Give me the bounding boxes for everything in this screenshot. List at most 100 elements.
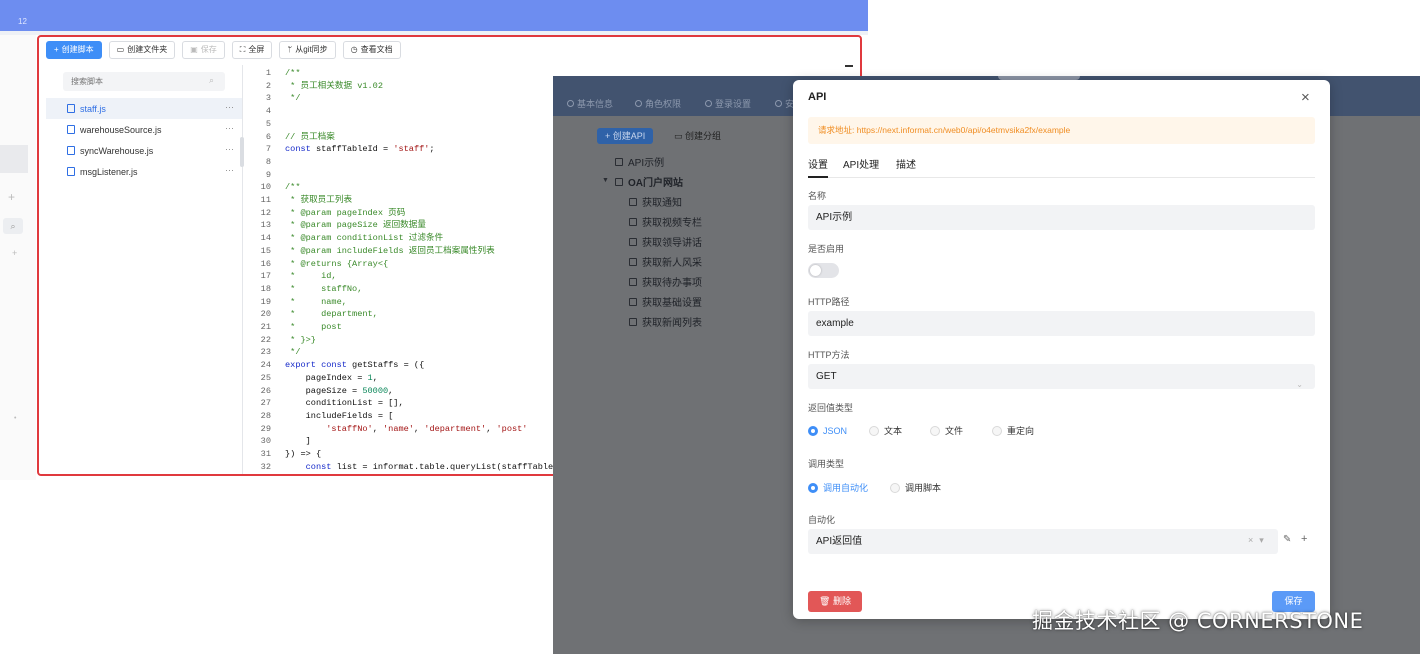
splitter-handle[interactable] <box>240 137 244 167</box>
radio-option[interactable]: 文件 <box>930 424 963 437</box>
code-line: 14 * @param conditionList 过滤条件 <box>245 232 443 245</box>
view-docs-button[interactable]: ◷ 查看文档 <box>342 41 401 59</box>
close-icon[interactable]: × <box>1301 89 1310 106</box>
tab-description[interactable]: 描述 <box>896 156 916 178</box>
code-line: 17 * id, <box>245 270 337 283</box>
code-token: pageIndex: pageIndex, <box>285 474 435 476</box>
plus-small-icon[interactable]: + <box>12 248 17 258</box>
create-folder-button[interactable]: ▭ 创建文件夹 <box>108 41 176 59</box>
api-group-item[interactable]: OA门户网站 <box>615 174 683 189</box>
file-item[interactable]: warehouseSource.js ··· <box>46 119 242 140</box>
plus-icon[interactable]: + <box>1301 533 1307 545</box>
code-line: 29 'staffNo', 'name', 'department', 'pos… <box>245 423 528 436</box>
code-line: 27 conditionList = [], <box>245 397 404 410</box>
tree-item-label: 获取视频专栏 <box>642 218 702 229</box>
code-line: 6 // 员工档案 <box>245 131 335 144</box>
create-api-button[interactable]: + 创建API <box>597 128 654 144</box>
automation-select[interactable]: API返回值 <box>808 529 1278 554</box>
radio-dot-icon <box>808 425 818 436</box>
git-branch-icon: ᛘ <box>287 45 293 54</box>
gutter-active-band <box>0 145 28 173</box>
plus-icon[interactable]: + <box>8 190 15 204</box>
code-token: ; <box>429 144 435 155</box>
api-tree-item[interactable]: 获取新人风采 <box>629 254 702 269</box>
tab-settings[interactable]: 设置 <box>808 156 828 178</box>
radio-label: 文本 <box>884 426 903 436</box>
api-tree-item[interactable]: 获取通知 <box>629 194 682 209</box>
tree-item-label: 获取领导讲话 <box>642 238 702 249</box>
radio-label: 重定向 <box>1007 426 1035 436</box>
code-line: 28 includeFields = [ <box>245 410 394 423</box>
code-token: export const <box>285 360 353 371</box>
tree-item-label: API示例 <box>628 158 665 169</box>
more-icon[interactable]: ··· <box>225 165 234 175</box>
radio-dot-icon <box>869 425 880 436</box>
enabled-toggle[interactable] <box>808 263 839 278</box>
code-token: * @param pageSize 返回数据量 <box>285 220 426 231</box>
clear-icon[interactable]: × <box>1248 535 1253 546</box>
line-number: 26 <box>260 385 271 396</box>
more-icon[interactable]: ··· <box>225 144 234 154</box>
http-path-input[interactable]: example <box>808 311 1315 336</box>
code-token: list = informat.table.queryList(staffTab… <box>336 461 564 472</box>
radio-option[interactable]: JSON <box>808 425 847 436</box>
create-group-button[interactable]: ▭ 创建分组 <box>674 129 721 142</box>
code-token: includeFields = [ <box>285 410 394 421</box>
radio-option[interactable]: 文本 <box>869 424 902 437</box>
http-method-select[interactable]: GET ⌄ <box>808 364 1315 389</box>
create-script-button[interactable]: + 创建脚本 <box>46 41 102 59</box>
code-line: 31}) => { <box>245 448 321 461</box>
code-line: 3 */ <box>245 92 301 105</box>
api-tree-item[interactable]: API示例 <box>615 154 664 169</box>
tab-basic-info[interactable]: 基本信息 <box>567 97 613 110</box>
code-token: , <box>413 423 425 434</box>
api-tree-item[interactable]: 获取领导讲话 <box>629 234 702 249</box>
radio-option[interactable]: 调用自动化 <box>808 481 868 494</box>
api-tree-item[interactable]: 获取视频专栏 <box>629 214 702 229</box>
file-item[interactable]: msgListener.js ··· <box>46 161 242 182</box>
tab-role-permission[interactable]: 角色权限 <box>635 97 681 110</box>
code-token: * @param includeFields 返回员工档案属性列表 <box>285 245 495 256</box>
save-icon: ▣ <box>190 45 198 54</box>
tab-login-settings[interactable]: 登录设置 <box>705 97 751 110</box>
save-button[interactable]: ▣ 保存 <box>182 41 225 59</box>
file-item[interactable]: syncWarehouse.js ··· <box>46 140 242 161</box>
call-type-label: 调用类型 <box>808 459 845 469</box>
api-tree-item[interactable]: 获取新闻列表 <box>629 314 702 329</box>
api-icon <box>629 197 637 206</box>
name-input[interactable]: API示例 <box>808 205 1315 230</box>
code-line: 11 * 获取员工列表 <box>245 194 352 207</box>
code-line: 15 * @param includeFields 返回员工档案属性列表 <box>245 245 495 258</box>
code-line: 10 /** <box>245 181 301 194</box>
api-icon <box>629 257 637 266</box>
more-icon[interactable]: ··· <box>225 102 234 112</box>
code-line: 22 * }>} <box>245 334 316 347</box>
more-icon[interactable]: ··· <box>225 123 234 133</box>
line-number: 8 <box>265 156 271 167</box>
git-sync-button[interactable]: ᛘ 从git同步 <box>279 41 336 59</box>
file-item[interactable]: staff.js ··· <box>46 98 242 119</box>
radio-option[interactable]: 调用脚本 <box>890 481 941 494</box>
edit-icon[interactable]: ✎ <box>1283 534 1291 545</box>
radio-dot-icon <box>930 425 941 436</box>
tab-security[interactable]: 安 <box>775 97 794 110</box>
watermark: 掘金技术社区 @ CORNERSTONE <box>1032 609 1364 633</box>
panel-splitter[interactable] <box>242 65 243 474</box>
caret-down-icon[interactable]: ▼ <box>602 177 609 184</box>
code-token: , <box>372 372 378 383</box>
create-group-label: 创建分组 <box>685 131 722 141</box>
api-tree-item[interactable]: 获取待办事项 <box>629 274 702 289</box>
api-icon <box>629 237 637 246</box>
line-number: 30 <box>260 436 271 447</box>
search-icon[interactable]: ⌕ <box>3 218 23 234</box>
file-search-input[interactable] <box>63 72 225 91</box>
caret-down-icon[interactable]: ▾ <box>1259 535 1264 546</box>
folder-icon: ▭ <box>674 131 686 141</box>
code-line: 5 <box>245 118 285 131</box>
fullscreen-button[interactable]: ⛶ 全屏 <box>231 41 273 59</box>
code-token: * 员工相关数据 v1.02 <box>285 80 383 91</box>
api-tree-item[interactable]: 获取基础设置 <box>629 294 702 309</box>
radio-option[interactable]: 重定向 <box>992 424 1034 437</box>
tab-api-handling[interactable]: API处理 <box>843 156 879 178</box>
delete-button[interactable]: 🗑 删除 <box>808 591 862 612</box>
